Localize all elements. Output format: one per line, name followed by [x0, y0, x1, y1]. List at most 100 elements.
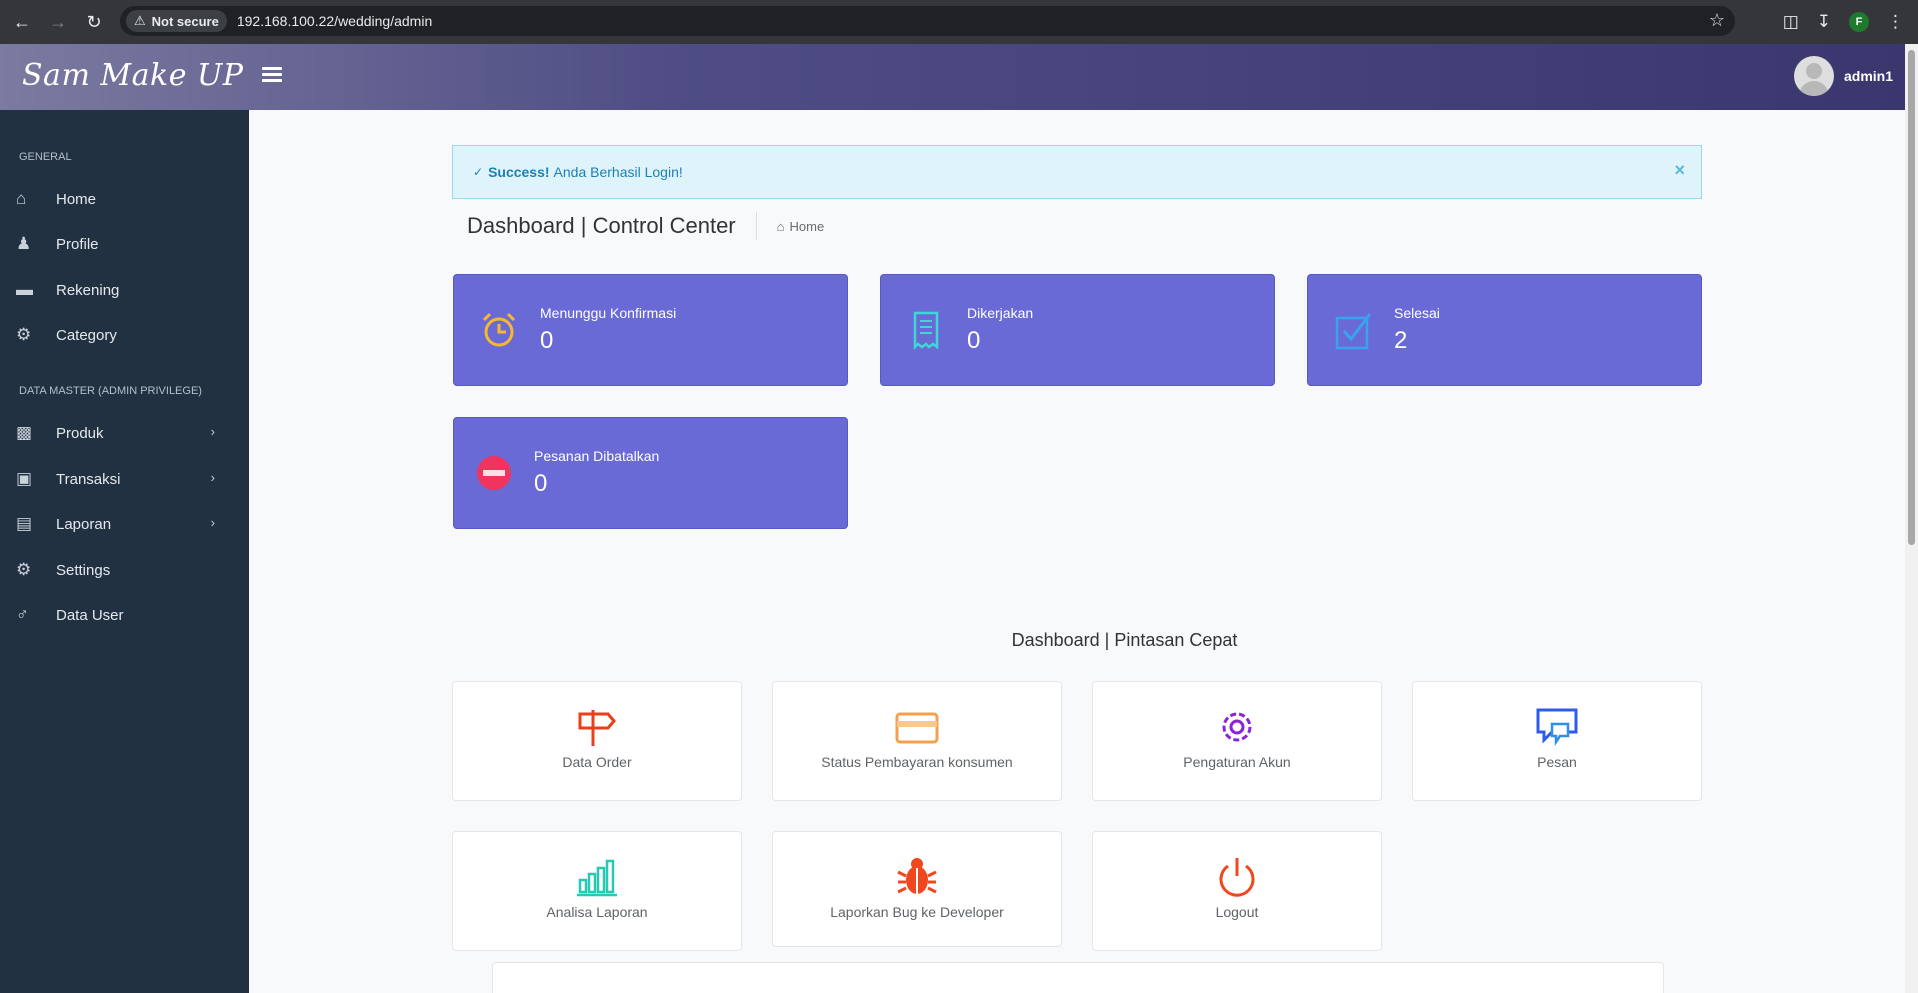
- gear-icon: ⚙: [16, 325, 32, 344]
- stat-card-dikerjakan[interactable]: Dikerjakan 0: [880, 274, 1275, 386]
- bookmark-star-icon[interactable]: ☆: [1709, 10, 1725, 31]
- stat-value: 2: [1394, 327, 1408, 354]
- checkbox-icon: [1335, 313, 1372, 350]
- close-icon[interactable]: ×: [1674, 160, 1685, 181]
- shortcut-label: Pesan: [1537, 754, 1577, 770]
- sidebar-item-settings[interactable]: ⚙ Settings: [0, 551, 249, 589]
- shortcut-laporkan-bug[interactable]: Laporkan Bug ke Developer: [772, 831, 1062, 947]
- sidebar-item-label: Rekening: [56, 281, 120, 299]
- shortcut-logout[interactable]: Logout: [1092, 831, 1382, 951]
- shortcut-label: Laporkan Bug ke Developer: [830, 904, 1004, 920]
- gear-icon: [1222, 712, 1252, 742]
- shortcut-label: Data Order: [562, 754, 632, 770]
- stat-value: 0: [540, 327, 554, 354]
- check-circle-icon: ✓: [473, 165, 484, 179]
- extensions-icon[interactable]: ◫: [1783, 12, 1799, 32]
- sidebar-item-label: Profile: [56, 235, 99, 253]
- shortcut-label: Logout: [1215, 904, 1259, 920]
- hamburger-menu-icon[interactable]: [262, 64, 282, 84]
- stat-card-dibatalkan[interactable]: Pesanan Dibatalkan 0: [453, 417, 848, 529]
- page-title: Dashboard | Control Center: [467, 213, 736, 238]
- sidebar-item-label: Category: [56, 326, 117, 344]
- shortcut-pengaturan-akun[interactable]: Pengaturan Akun: [1092, 681, 1382, 801]
- chevron-right-icon: ›: [210, 424, 215, 439]
- sidebar-item-home[interactable]: ⌂ Home: [0, 180, 249, 218]
- breadcrumb-home[interactable]: Home: [790, 219, 825, 234]
- chevron-right-icon: ›: [210, 470, 215, 485]
- sidebar-item-label: Transaksi: [56, 470, 121, 488]
- sidebar-item-data-user[interactable]: ♂ Data User: [0, 596, 249, 634]
- stat-label: Selesai: [1394, 305, 1440, 321]
- profile-avatar[interactable]: F: [1849, 12, 1869, 32]
- sidebar: GENERAL ⌂ Home ♟ Profile ▬ Rekening ⚙ Ca…: [0, 110, 249, 993]
- top-navbar: Sam Make UP admin1: [0, 44, 1905, 110]
- sidebar-item-label: Laporan: [56, 515, 112, 533]
- home-icon: ⌂: [16, 189, 27, 208]
- stat-value: 0: [967, 327, 981, 354]
- user-menu[interactable]: admin1: [1793, 56, 1893, 96]
- no-entry-icon: [477, 456, 511, 490]
- security-label: Not secure: [151, 13, 219, 29]
- alarm-clock-icon: [482, 312, 516, 347]
- receipt-icon: [913, 311, 939, 351]
- shortcut-label: Analisa Laporan: [546, 904, 648, 920]
- shortcut-data-order[interactable]: Data Order: [452, 681, 742, 801]
- money-icon: ▣: [16, 469, 33, 488]
- shortcut-label: Pengaturan Akun: [1183, 754, 1291, 770]
- reload-icon[interactable]: ↻: [80, 8, 108, 36]
- alert-message: Anda Berhasil Login!: [553, 164, 683, 180]
- avatar[interactable]: [1793, 56, 1834, 96]
- sidebar-section-general: GENERAL: [19, 151, 72, 163]
- shopping-bag-icon: ▩: [16, 423, 33, 442]
- user-icon: ♟: [16, 234, 32, 253]
- main-content: ✓ Success! Anda Berhasil Login! × Dashbo…: [249, 110, 1905, 993]
- power-icon: [1219, 858, 1255, 897]
- header-divider: [755, 212, 757, 240]
- sidebar-item-laporan[interactable]: ▤ Laporan ›: [0, 505, 249, 543]
- sidebar-item-transaksi[interactable]: ▣ Transaksi ›: [0, 460, 249, 498]
- warning-icon: ⚠: [134, 13, 146, 28]
- stat-label: Dikerjakan: [967, 305, 1034, 321]
- stat-card-menunggu[interactable]: Menunggu Konfirmasi 0: [453, 274, 848, 386]
- chat-icon: [1536, 708, 1578, 747]
- app-viewport: Sam Make UP admin1 GENERAL ⌂ Home ♟ Prof…: [0, 44, 1905, 993]
- shortcut-status-pembayaran[interactable]: Status Pembayaran konsumen: [772, 681, 1062, 801]
- sidebar-section-admin: DATA MASTER (ADMIN PRIVILEGE): [19, 385, 202, 397]
- pdf-file-icon: ▤: [16, 514, 33, 533]
- download-icon[interactable]: ↧: [1817, 12, 1831, 32]
- sidebar-item-label: Produk: [56, 424, 104, 442]
- page-header: Dashboard | Control Center ⌂ Home: [467, 212, 824, 240]
- shortcuts-title: Dashboard | Pintasan Cepat: [249, 630, 1905, 651]
- alert-strong: Success!: [488, 164, 550, 180]
- security-chip[interactable]: ⚠ Not secure: [126, 10, 227, 32]
- sidebar-item-label: Settings: [56, 561, 111, 579]
- success-alert: ✓ Success! Anda Berhasil Login! ×: [452, 145, 1702, 199]
- shortcut-pesan[interactable]: Pesan: [1412, 681, 1702, 801]
- bug-icon: [897, 858, 937, 894]
- sidebar-item-category[interactable]: ⚙ Category: [0, 316, 249, 354]
- browser-actions: ◫ ↧ F ⋮: [1783, 0, 1918, 44]
- forward-icon[interactable]: →: [44, 8, 72, 36]
- username-label[interactable]: admin1: [1844, 68, 1893, 84]
- url-text[interactable]: 192.168.100.22/wedding/admin: [237, 13, 432, 29]
- stat-value: 0: [534, 470, 548, 497]
- stat-label: Pesanan Dibatalkan: [534, 448, 660, 464]
- gears-icon: ⚙: [16, 560, 32, 579]
- brand-logo[interactable]: Sam Make UP: [22, 58, 243, 93]
- sidebar-item-rekening[interactable]: ▬ Rekening: [0, 271, 249, 309]
- shortcut-analisa-laporan[interactable]: Analisa Laporan: [452, 831, 742, 951]
- shortcut-label: Status Pembayaran konsumen: [821, 754, 1013, 770]
- page-scrollbar[interactable]: [1905, 44, 1918, 993]
- sidebar-item-profile[interactable]: ♟ Profile: [0, 225, 249, 263]
- bottom-panel: [492, 962, 1664, 993]
- sidebar-item-produk[interactable]: ▩ Produk ›: [0, 414, 249, 452]
- stat-label: Menunggu Konfirmasi: [540, 305, 677, 321]
- shortcuts-title-text: Dashboard | Pintasan Cepat: [1011, 630, 1238, 650]
- scrollbar-thumb[interactable]: [1908, 50, 1915, 545]
- breadcrumb[interactable]: ⌂ Home: [777, 219, 825, 234]
- credit-card-icon: [895, 712, 939, 744]
- back-icon[interactable]: ←: [8, 8, 36, 36]
- address-bar[interactable]: ⚠ Not secure 192.168.100.22/wedding/admi…: [120, 6, 1735, 36]
- menu-kebab-icon[interactable]: ⋮: [1887, 12, 1904, 32]
- stat-card-selesai[interactable]: Selesai 2: [1307, 274, 1702, 386]
